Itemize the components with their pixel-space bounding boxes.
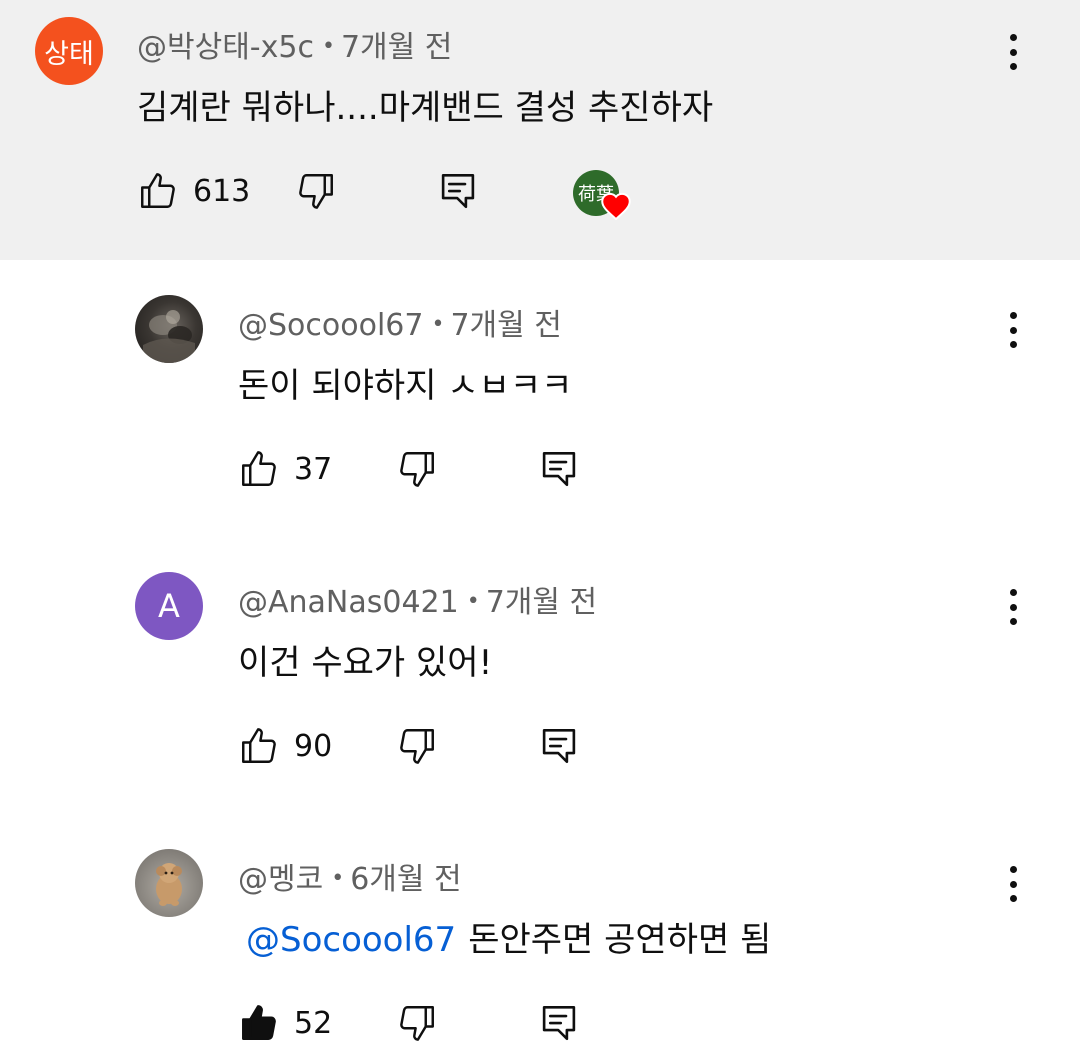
like-button[interactable]: 37: [238, 448, 332, 490]
like-button[interactable]: 90: [238, 725, 332, 767]
avatar[interactable]: [135, 295, 203, 363]
dislike-button[interactable]: [396, 725, 438, 767]
comment-body: 돈안주면 공연하면 됨: [468, 920, 772, 960]
comment-text: 김계란 뭐하나....마계밴드 결성 추진하자: [137, 88, 714, 128]
reply-icon: [542, 728, 576, 764]
comment-time: 6개월 전: [350, 862, 462, 897]
like-icon: [242, 1005, 276, 1040]
like-icon: [141, 173, 175, 208]
comment-text: @Socoool67 돈안주면 공연하면 됨: [246, 912, 771, 961]
comment-actions: 90: [238, 725, 638, 775]
meta-separator: •: [466, 589, 480, 614]
more-options-icon[interactable]: [998, 32, 1028, 72]
dislike-button[interactable]: [396, 1002, 438, 1044]
like-count: 613: [193, 173, 251, 209]
like-button[interactable]: 52: [238, 1002, 332, 1044]
mention-link[interactable]: @Socoool67: [246, 920, 456, 960]
dislike-button[interactable]: [396, 448, 438, 490]
more-options-icon[interactable]: [998, 864, 1028, 904]
comment-meta: @Socoool67 • 7개월 전: [238, 300, 562, 344]
author-handle[interactable]: @박상태-x5c: [137, 30, 314, 65]
avatar[interactable]: 상태: [35, 17, 103, 85]
reply-icon: [542, 1005, 576, 1041]
heart-icon: [601, 192, 631, 220]
like-icon: [242, 728, 276, 763]
more-options-icon[interactable]: [998, 310, 1028, 350]
avatar[interactable]: A: [135, 572, 203, 640]
avatar-photo: [156, 863, 182, 906]
avatar-initials: A: [158, 587, 180, 625]
comment-time: 7개월 전: [450, 308, 562, 343]
author-handle[interactable]: @멩코: [238, 862, 323, 897]
comment-time: 7개월 전: [485, 585, 598, 620]
comment-text: 돈이 되야하지 ㅅㅂㅋㅋ: [238, 366, 573, 406]
comment-actions: 613 荷葉: [137, 170, 657, 220]
creator-heart-badge: 荷葉: [573, 170, 633, 222]
like-count: 52: [294, 1005, 333, 1041]
reply-button[interactable]: [538, 1002, 580, 1044]
reply-button[interactable]: [437, 170, 479, 212]
more-options-icon[interactable]: [998, 587, 1028, 627]
dislike-icon: [400, 452, 434, 487]
dislike-icon: [299, 174, 333, 209]
avatar-initials: 상태: [44, 38, 94, 70]
meta-separator: •: [431, 312, 445, 337]
dislike-icon: [400, 729, 434, 764]
like-button[interactable]: 613: [137, 170, 250, 212]
dislike-icon: [400, 1006, 434, 1041]
author-handle[interactable]: @AnaNas0421: [238, 585, 459, 620]
like-count: 37: [294, 451, 333, 487]
avatar[interactable]: [135, 849, 203, 917]
reply-icon: [441, 173, 475, 209]
avatar-photo: [143, 310, 195, 363]
comment-actions: 37: [238, 448, 638, 498]
meta-separator: •: [331, 866, 345, 891]
reply-button[interactable]: [538, 725, 580, 767]
comment-text: 이건 수요가 있어!: [238, 643, 493, 683]
meta-separator: •: [321, 34, 335, 59]
reply-icon: [542, 451, 576, 487]
dislike-button[interactable]: [295, 170, 337, 212]
like-count: 90: [294, 728, 333, 764]
comment-time: 7개월 전: [340, 30, 453, 65]
comment-meta: @멩코 • 6개월 전: [238, 854, 462, 898]
comment-meta: @AnaNas0421 • 7개월 전: [238, 577, 597, 621]
comment-meta: @박상태-x5c • 7개월 전: [137, 22, 452, 66]
comment-actions: 52: [238, 1002, 638, 1052]
author-handle[interactable]: @Socoool67: [238, 308, 423, 343]
like-icon: [242, 451, 276, 486]
reply-button[interactable]: [538, 448, 580, 490]
